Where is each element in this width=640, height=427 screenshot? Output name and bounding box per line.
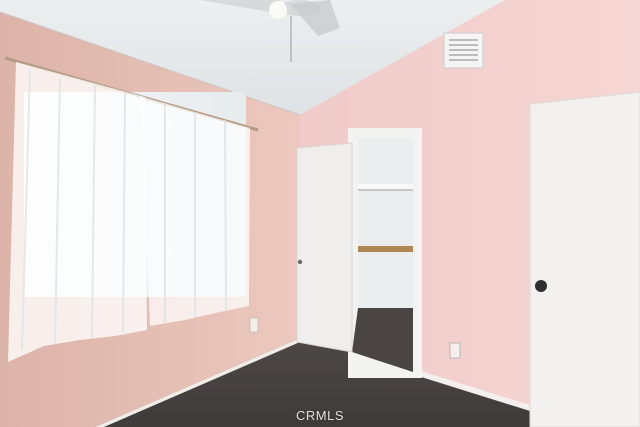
wall-outlet-right bbox=[449, 342, 461, 359]
room-illustration bbox=[0, 0, 640, 427]
bedroom-door[interactable] bbox=[529, 91, 640, 427]
closet-interior-back bbox=[358, 138, 413, 308]
closet-door-knob[interactable] bbox=[297, 259, 303, 265]
closet-lower-shelf bbox=[358, 246, 413, 252]
closet-door[interactable] bbox=[296, 142, 353, 353]
wall-outlet-left bbox=[249, 317, 259, 333]
watermark: CRMLS bbox=[295, 408, 344, 423]
bedroom-door-knob[interactable] bbox=[535, 280, 547, 292]
bedroom-photo: CRMLS bbox=[0, 0, 640, 427]
closet-shelf bbox=[358, 184, 413, 189]
